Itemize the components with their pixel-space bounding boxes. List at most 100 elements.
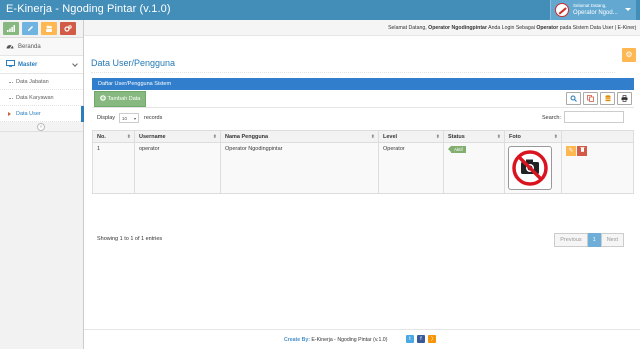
table-info: Showing 1 to 1 of 1 entries xyxy=(97,236,163,242)
greeting-role: Operator xyxy=(536,25,559,31)
database-icon[interactable] xyxy=(600,92,615,105)
app-title[interactable]: E-Kinerja - Ngoding Pintar (v.1.0) xyxy=(6,3,171,15)
cell-status: Aktif xyxy=(443,142,505,194)
table-controls: Display 10 records Search: xyxy=(92,108,634,130)
sidebar-subitem-data-jabatan[interactable]: Data Jabatan xyxy=(0,74,83,90)
sidebar-item-label: Master xyxy=(18,61,38,68)
sidebar-subitem-label: Data Karyawan xyxy=(16,94,54,101)
sort-icon: ⬍ xyxy=(553,134,558,140)
caret-down-icon xyxy=(625,8,631,11)
user-menu[interactable]: Selamat Datang, Operator Ngod... xyxy=(550,0,636,20)
table-footer: Showing 1 to 1 of 1 entries Previous 1 N… xyxy=(92,232,634,254)
display-label: Display xyxy=(97,115,116,121)
column-header-actions xyxy=(561,130,634,143)
sort-icon: ⬍ xyxy=(126,134,131,140)
cell-no: 1 xyxy=(92,142,135,194)
rss-icon[interactable]: ) xyxy=(428,335,436,343)
column-header-username[interactable]: Username ⬍ xyxy=(134,130,221,143)
social-links: t f ) xyxy=(406,335,436,343)
double-angle-left-icon[interactable]: « xyxy=(37,123,45,131)
sidebar-item-label: Beranda xyxy=(18,43,41,50)
user-welcome: Selamat Datang, xyxy=(573,3,607,8)
column-label: Nama Pengguna xyxy=(225,133,269,140)
sidebar-shortcuts xyxy=(0,20,83,38)
records-per-page-value: 10 xyxy=(122,116,128,121)
footer-credit-text: E-Kinerja - Ngoding Pintar (v.1.0) xyxy=(311,337,388,343)
sidebar-subitem-label: Data User xyxy=(16,110,41,117)
records-label: records xyxy=(144,115,163,121)
footer-credit: Create By: E-Kinerja - Ngoding Pintar (v… xyxy=(284,337,387,343)
users-table: No. ⬍ Username ⬍ Nama Pengguna ⬍ Level ⬍ Sta… xyxy=(92,130,634,194)
column-label: Foto xyxy=(509,133,521,140)
pagination-next[interactable]: Next xyxy=(600,233,624,247)
column-header-foto[interactable]: Foto ⬍ xyxy=(504,130,562,143)
cell-actions: ✎ xyxy=(561,142,634,194)
column-label: Status xyxy=(448,133,465,140)
search-label: Search: xyxy=(542,115,561,121)
users-panel: Daftar User/Pengguna Sistem Tambah Data xyxy=(92,78,634,234)
sidebar-collapse: « xyxy=(0,122,83,132)
delete-trash-icon[interactable] xyxy=(577,146,587,156)
chevron-down-icon xyxy=(72,61,78,67)
column-label: No. xyxy=(97,133,106,140)
settings-gear-icon[interactable]: ⚙ xyxy=(622,48,636,62)
user-name: Operator Ngod... xyxy=(573,10,618,16)
sort-icon: ⬍ xyxy=(435,134,440,140)
pagination: Previous 1 Next xyxy=(554,233,624,247)
user-avatar-icon xyxy=(555,3,569,17)
greeting-text: Selamat Datang, Operator Ngodingpintar A… xyxy=(388,25,636,31)
cell-foto xyxy=(504,142,562,194)
column-label: Username xyxy=(139,133,166,140)
pagination-previous[interactable]: Previous xyxy=(554,233,588,247)
copy-icon[interactable] xyxy=(583,92,598,105)
column-header-level[interactable]: Level ⬍ xyxy=(378,130,444,143)
search-icon[interactable] xyxy=(566,92,581,105)
add-data-button[interactable]: Tambah Data xyxy=(94,91,146,107)
pagination-page-current[interactable]: 1 xyxy=(587,233,601,247)
greeting-suffix: pada Sistem Data User | E-Kinerj xyxy=(559,25,636,31)
edit-pencil-icon[interactable]: ✎ xyxy=(566,146,576,156)
tachometer-icon xyxy=(6,43,14,51)
no-photo-icon xyxy=(508,146,552,190)
sort-icon: ⬍ xyxy=(212,134,217,140)
navbar: E-Kinerja - Ngoding Pintar (v.1.0) Selam… xyxy=(0,0,640,20)
facebook-icon[interactable]: f xyxy=(417,335,425,343)
search-input[interactable] xyxy=(564,111,624,123)
plus-circle-icon xyxy=(99,95,106,103)
panel-toolbar: Tambah Data xyxy=(92,90,634,108)
signal-icon[interactable] xyxy=(3,22,19,35)
breadcrumbs: Selamat Datang, Operator Ngodingpintar A… xyxy=(84,20,640,36)
sidebar-subitem-label: Data Jabatan xyxy=(16,78,49,85)
panel-header: Daftar User/Pengguna Sistem xyxy=(92,78,634,90)
table-tools xyxy=(566,92,632,105)
sidebar-subitem-data-user[interactable]: Data User xyxy=(0,106,84,122)
column-header-no[interactable]: No. ⬍ xyxy=(92,130,135,143)
greeting-prefix: Selamat Datang, xyxy=(388,25,427,31)
add-data-label: Tambah Data xyxy=(107,96,141,102)
greeting-name: Operator Ngodingpintar xyxy=(428,25,487,31)
sidebar-item-beranda[interactable]: Beranda xyxy=(0,38,83,56)
column-label: Level xyxy=(383,133,398,140)
records-per-page-select[interactable]: 10 xyxy=(119,113,139,123)
column-header-nama-pengguna[interactable]: Nama Pengguna ⬍ xyxy=(220,130,379,143)
desktop-icon xyxy=(6,60,15,69)
page-title: Data User/Pengguna xyxy=(91,58,176,68)
sort-icon: ⬍ xyxy=(370,134,375,140)
greeting-middle: Anda Login Sebagai xyxy=(488,25,535,31)
sidebar-subitem-data-karyawan[interactable]: Data Karyawan xyxy=(0,90,83,106)
users-icon[interactable] xyxy=(41,22,57,35)
twitter-icon[interactable]: t xyxy=(406,335,414,343)
sidebar: Beranda Master Data Jabatan Data Karyawa… xyxy=(0,20,84,349)
cogs-icon[interactable] xyxy=(60,22,76,35)
print-icon[interactable] xyxy=(617,92,632,105)
divider xyxy=(91,72,615,73)
cell-nama: Operator Ngodingpintar xyxy=(220,142,379,194)
cell-username: operator xyxy=(134,142,221,194)
cell-level: Operator xyxy=(378,142,444,194)
table-header-row: No. ⬍ Username ⬍ Nama Pengguna ⬍ Level ⬍ Sta… xyxy=(92,130,634,143)
main-content: Selamat Datang, Operator Ngodingpintar A… xyxy=(84,20,640,349)
sort-icon: ⬍ xyxy=(496,134,501,140)
column-header-status[interactable]: Status ⬍ xyxy=(443,130,505,143)
sidebar-item-master[interactable]: Master xyxy=(0,56,83,74)
pencil-icon[interactable] xyxy=(22,22,38,35)
